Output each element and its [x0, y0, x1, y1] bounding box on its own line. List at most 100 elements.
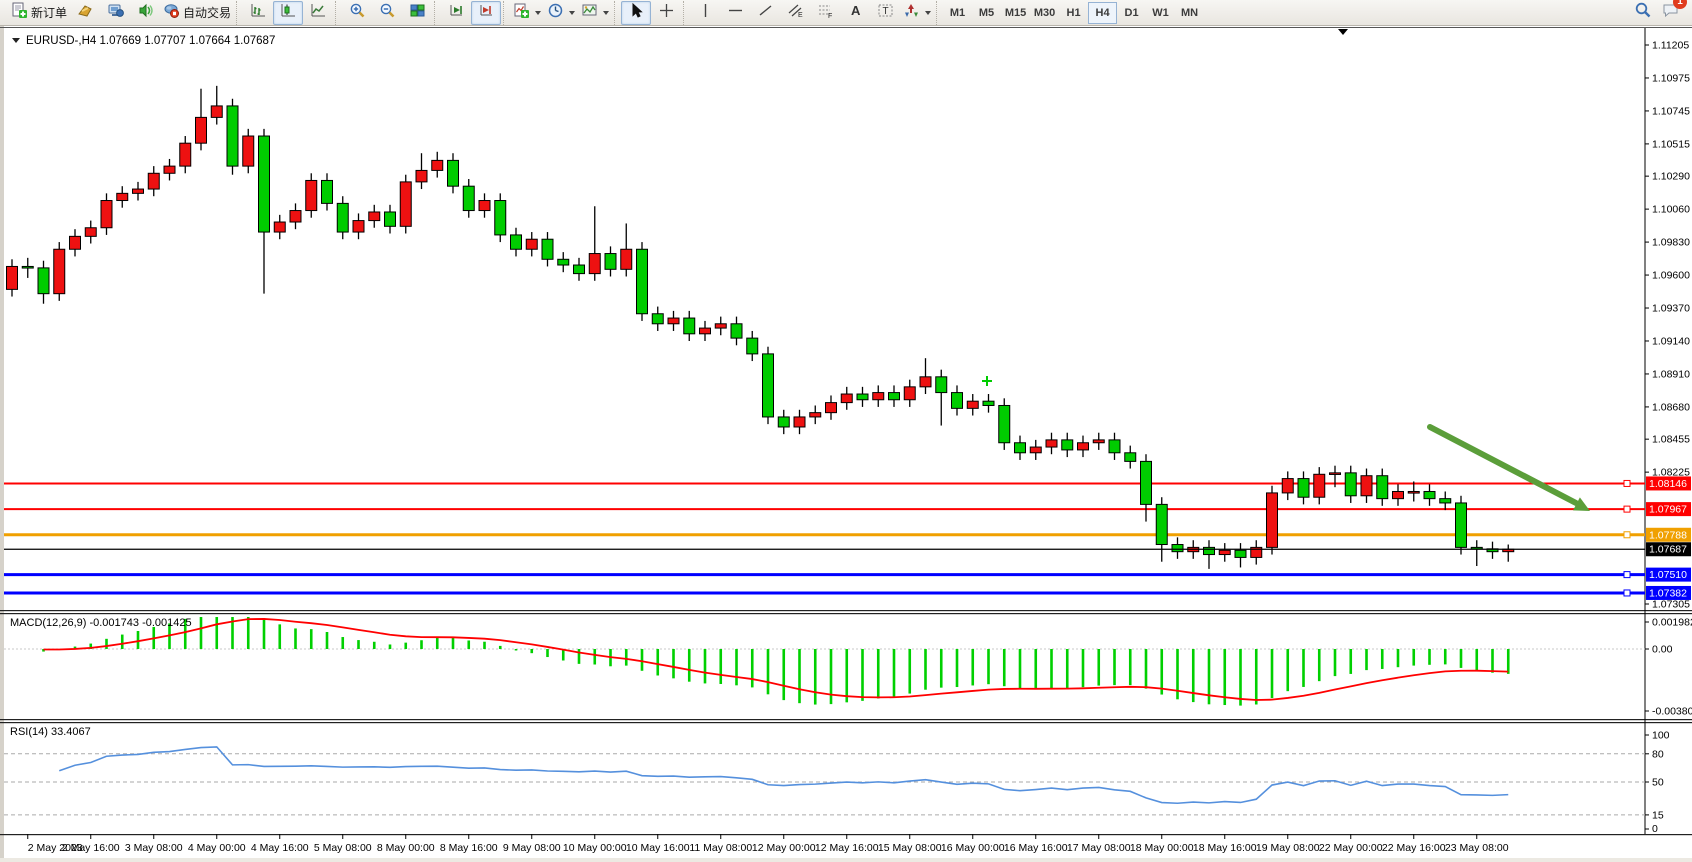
- chart-shift-button[interactable]: [441, 1, 471, 25]
- auto-scroll-button[interactable]: [471, 1, 501, 25]
- toolbar: 新订单 自动交易 EFAT M1M5M15M30H1H4D1W1MN 1: [0, 0, 1692, 26]
- candle: [983, 401, 994, 405]
- fibonacci-icon: F: [817, 2, 834, 24]
- candle: [400, 182, 411, 226]
- candle: [715, 324, 726, 328]
- timeframe-m15-button[interactable]: M15: [1001, 2, 1030, 24]
- crosshair-button[interactable]: [651, 1, 681, 25]
- zoom-out-button[interactable]: [372, 1, 402, 25]
- timeframe-m1-button[interactable]: M1: [943, 2, 972, 24]
- timeframe-w1-button[interactable]: W1: [1146, 2, 1175, 24]
- panel-splitter[interactable]: [0, 613, 1692, 614]
- candle: [810, 413, 821, 417]
- horizontal-line-icon: [727, 2, 744, 24]
- svg-text:-0.003804: -0.003804: [1652, 706, 1692, 718]
- svg-text:0.001982: 0.001982: [1652, 617, 1692, 629]
- timeframe-m30-button[interactable]: M30: [1030, 2, 1059, 24]
- tile-windows-button[interactable]: [402, 1, 432, 25]
- timeframe-m5-button[interactable]: M5: [972, 2, 1001, 24]
- candle: [873, 393, 884, 400]
- horizontal-line-button[interactable]: [720, 1, 750, 25]
- templates-icon: [581, 2, 598, 24]
- svg-text:1.09830: 1.09830: [1652, 237, 1690, 249]
- svg-text:15: 15: [1652, 809, 1664, 821]
- zoom-out-icon: [379, 2, 396, 24]
- templates-button[interactable]: [578, 1, 612, 25]
- candle: [274, 222, 285, 232]
- text-label-icon: T: [877, 2, 894, 24]
- line-chart-button[interactable]: [303, 1, 333, 25]
- timeframe-group: M1M5M15M30H1H4D1W1MN: [936, 1, 1204, 25]
- bar-chart-button[interactable]: [243, 1, 273, 25]
- candle: [637, 249, 648, 314]
- chart-window[interactable]: 1.112051.109751.107451.105151.102901.100…: [0, 26, 1692, 862]
- candle: [227, 106, 238, 166]
- time-label: 16 May 16:00: [1004, 842, 1068, 854]
- candle: [763, 354, 774, 417]
- candle: [936, 377, 947, 393]
- candle: [322, 180, 333, 203]
- candle: [54, 249, 65, 293]
- time-label: 12 May 00:00: [752, 842, 816, 854]
- text-button[interactable]: A: [840, 1, 870, 25]
- text-label-button[interactable]: T: [870, 1, 900, 25]
- svg-text:1.07788: 1.07788: [1649, 529, 1687, 541]
- candle: [196, 117, 207, 143]
- line-handle[interactable]: [1624, 590, 1630, 596]
- candle: [463, 186, 474, 210]
- svg-text:1.11205: 1.11205: [1652, 40, 1689, 52]
- vertical-line-button[interactable]: [690, 1, 720, 25]
- candle: [778, 417, 789, 427]
- arrows-icon: [903, 2, 920, 24]
- line-handle[interactable]: [1624, 532, 1630, 538]
- candle: [259, 136, 270, 232]
- candle: [542, 239, 553, 259]
- arrows-button[interactable]: [900, 1, 934, 25]
- candle: [1141, 461, 1152, 504]
- line-handle[interactable]: [1624, 572, 1630, 578]
- sound-button[interactable]: [130, 1, 160, 25]
- time-label: 15 May 08:00: [878, 842, 942, 854]
- timeframe-d1-button[interactable]: D1: [1117, 2, 1146, 24]
- candle: [794, 417, 805, 427]
- macd-label: MACD(12,26,9) -0.001743 -0.001425: [10, 617, 192, 629]
- svg-text:1.07382: 1.07382: [1649, 587, 1687, 599]
- candle: [700, 328, 711, 334]
- candlestick-button[interactable]: [273, 1, 303, 25]
- time-label: 22 May 00:00: [1319, 842, 1383, 854]
- new-order-button[interactable]: 新订单: [8, 1, 70, 25]
- candlestick-icon: [280, 2, 297, 24]
- timeframe-h4-button[interactable]: H4: [1088, 2, 1117, 24]
- candle: [369, 212, 380, 221]
- line-handle[interactable]: [1624, 480, 1630, 486]
- mt4-terminal-window: 新订单 自动交易 EFAT M1M5M15M30H1H4D1W1MN 1 1.11205…: [0, 0, 1692, 862]
- candle: [1314, 474, 1325, 497]
- timeframe-h1-button[interactable]: H1: [1059, 2, 1088, 24]
- candle: [621, 249, 632, 269]
- vertical-line-icon: [697, 2, 714, 24]
- cursor-button[interactable]: [621, 1, 651, 25]
- trendline-icon: [757, 2, 774, 24]
- fibonacci-button[interactable]: F: [810, 1, 840, 25]
- svg-text:1.08146: 1.08146: [1649, 478, 1687, 490]
- sound-icon: [137, 2, 154, 24]
- search-button[interactable]: [1634, 1, 1652, 24]
- market-watch-button[interactable]: [70, 1, 100, 25]
- svg-text:100: 100: [1652, 730, 1670, 742]
- indicators-button[interactable]: [510, 1, 544, 25]
- candle: [1345, 473, 1356, 496]
- trendline-button[interactable]: [750, 1, 780, 25]
- notifications-button[interactable]: 1: [1662, 1, 1680, 24]
- periods-button[interactable]: [544, 1, 578, 25]
- zoom-in-button[interactable]: [342, 1, 372, 25]
- data-window-button[interactable]: [100, 1, 130, 25]
- candle: [1109, 440, 1120, 453]
- autotrading-button[interactable]: 自动交易: [160, 1, 234, 25]
- candle: [133, 189, 144, 193]
- timeframe-mn-button[interactable]: MN: [1175, 2, 1204, 24]
- svg-text:1.09370: 1.09370: [1652, 303, 1690, 315]
- line-handle[interactable]: [1624, 506, 1630, 512]
- panel-splitter[interactable]: [0, 722, 1692, 723]
- channel-button[interactable]: E: [780, 1, 810, 25]
- candle: [1408, 491, 1419, 493]
